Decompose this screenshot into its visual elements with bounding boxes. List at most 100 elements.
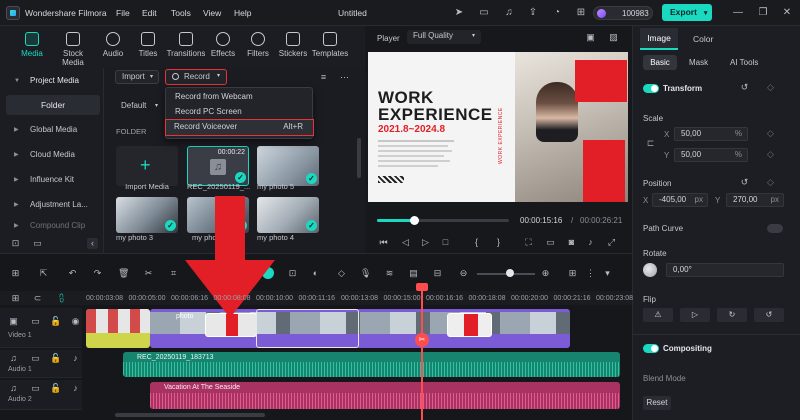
microphone-icon[interactable]: 🎙 <box>360 268 371 279</box>
maximize-icon[interactable]: ❐ <box>757 7 769 19</box>
snapshot-icon[interactable]: ▣ <box>585 32 596 43</box>
volume-icon[interactable]: ♪ <box>70 353 81 364</box>
rotate-input[interactable]: 0,00° <box>666 263 784 277</box>
compositing-toggle[interactable] <box>643 344 659 353</box>
volume-icon[interactable]: ♪ <box>585 237 596 248</box>
minimize-icon[interactable]: — <box>732 7 744 19</box>
filter-sort-icon[interactable]: ≡ <box>318 72 329 83</box>
media-scrollbar[interactable] <box>357 138 361 178</box>
chevron-down-icon[interactable]: ▾ <box>602 268 613 279</box>
record-dropdown[interactable]: Record ▾ <box>165 69 227 85</box>
path-curve-toggle[interactable] <box>767 224 783 233</box>
playback-progress-handle[interactable] <box>409 216 419 225</box>
menu-view[interactable]: View <box>203 8 221 18</box>
video-clip-segment[interactable] <box>447 313 492 337</box>
position-x-input[interactable]: -405,00 px <box>652 193 708 207</box>
subtitle-icon[interactable]: ▤ <box>408 268 419 279</box>
magnet-icon[interactable]: ⩉ <box>56 293 67 304</box>
rotate-cw-button[interactable]: ↻ <box>717 308 747 322</box>
sidebar-item-global-media[interactable]: ▶ Global Media <box>6 120 100 140</box>
menu-edit[interactable]: Edit <box>142 8 157 18</box>
folder-icon[interactable]: ▭ <box>30 383 41 394</box>
crop-icon[interactable]: ⌗ <box>168 268 179 279</box>
image-icon[interactable]: ▨ <box>608 32 619 43</box>
menu-help[interactable]: Help <box>234 8 251 18</box>
more-options-icon[interactable]: ⋮ <box>585 268 596 279</box>
tab-color[interactable]: Color <box>693 34 713 44</box>
tab-image[interactable]: Image <box>640 28 678 50</box>
new-folder-icon[interactable]: ⊡ <box>10 238 21 249</box>
mark-in-icon[interactable]: { <box>471 237 482 248</box>
split-marker-icon[interactable]: ✂ <box>415 333 429 347</box>
subtab-ai-tools[interactable]: AI Tools <box>730 58 758 67</box>
tab-media[interactable]: Media <box>10 30 54 58</box>
more-options-icon[interactable]: ⋯ <box>339 72 350 83</box>
grid-icon[interactable]: ⊞ <box>575 7 587 19</box>
keyframe-icon[interactable]: ◇ <box>765 177 776 188</box>
shield-icon[interactable]: ◇ <box>336 268 347 279</box>
timeline-scrollbar[interactable] <box>115 413 265 417</box>
add-track-icon[interactable]: ⊞ <box>10 293 21 304</box>
eye-icon[interactable]: ◉ <box>70 316 81 327</box>
position-y-input[interactable]: 270,00 px <box>726 193 784 207</box>
play-reverse-icon[interactable]: ◁ <box>400 237 411 248</box>
camera-icon[interactable]: ◙ <box>566 237 577 248</box>
sort-default-dropdown[interactable]: Default ▾ <box>115 100 161 114</box>
stop-icon[interactable]: □ <box>440 237 451 248</box>
flip-vertical-button[interactable]: ⚠ <box>643 308 673 322</box>
select-tool-icon[interactable]: ⇱ <box>38 268 49 279</box>
upload-icon[interactable]: ⇪ <box>527 7 539 19</box>
collapse-panel-icon[interactable]: ‹ <box>87 238 98 249</box>
headset-icon[interactable]: ◔ <box>551 7 563 19</box>
reset-icon[interactable]: ↺ <box>739 177 750 188</box>
delete-icon[interactable]: 🗑 <box>118 268 129 279</box>
quality-dropdown[interactable]: Full Quality ▾ <box>407 30 481 44</box>
lock-icon[interactable]: 🔓 <box>50 316 61 327</box>
folder-icon[interactable]: ▭ <box>30 353 41 364</box>
sidebar-item-project-media[interactable]: ▼ Project Media <box>6 71 100 91</box>
play-icon[interactable]: ▷ <box>420 237 431 248</box>
zoom-out-icon[interactable]: ⊖ <box>458 268 469 279</box>
lock-icon[interactable]: 🔓 <box>50 383 61 394</box>
photo-thumbnail[interactable]: ✓ <box>257 146 319 186</box>
playhead[interactable] <box>421 285 423 420</box>
zoom-in-icon[interactable]: ⊕ <box>540 268 551 279</box>
reset-icon[interactable]: ↺ <box>739 82 750 93</box>
audio-clip-recording[interactable]: REC_20250119_183713 <box>123 352 620 377</box>
link-track-icon[interactable]: ⊂ <box>32 293 43 304</box>
menu-tools[interactable]: Tools <box>171 8 191 18</box>
keyframe-icon[interactable]: ◇ <box>765 82 776 93</box>
import-dropdown[interactable]: Import ▾ <box>115 70 159 84</box>
export-button[interactable]: Export ▾ <box>662 4 712 21</box>
photo-thumbnail[interactable]: ✓ <box>116 197 178 233</box>
flip-horizontal-button[interactable]: ▷ <box>680 308 710 322</box>
send-icon[interactable]: ➤ <box>453 7 465 19</box>
document-icon[interactable]: ▭ <box>478 7 490 19</box>
redo-icon[interactable]: ↷ <box>92 268 103 279</box>
volume-icon[interactable]: ♪ <box>70 383 81 394</box>
close-icon[interactable]: ✕ <box>781 7 793 19</box>
transform-toggle[interactable] <box>643 84 659 93</box>
menu-item-record-screen[interactable]: Record PC Screen <box>167 105 309 119</box>
sidebar-item-adjustment-layer[interactable]: ▶ Adjustment La... <box>6 195 100 215</box>
undo-icon[interactable]: ↶ <box>67 268 78 279</box>
menu-item-record-webcam[interactable]: Record from Webcam <box>167 90 309 104</box>
expand-icon[interactable]: ⤢ <box>606 237 617 248</box>
sidebar-item-cloud-media[interactable]: ▶ Cloud Media <box>6 145 100 165</box>
import-media-tile[interactable]: + <box>116 146 178 186</box>
monitor-icon[interactable]: ▭ <box>545 237 556 248</box>
grid-view-icon[interactable]: ⊞ <box>567 268 578 279</box>
rotate-dial[interactable] <box>643 263 657 277</box>
folder-icon[interactable]: ▭ <box>30 316 41 327</box>
grid-layout-icon[interactable]: ⊞ <box>10 268 21 279</box>
audio-stretch-icon[interactable]: ≋ <box>384 268 395 279</box>
tab-templates[interactable]: Templates <box>308 30 352 58</box>
rotate-ccw-button[interactable]: ↺ <box>754 308 784 322</box>
reset-button[interactable]: Reset <box>643 396 671 410</box>
snap-icon[interactable]: ⊟ <box>432 268 443 279</box>
previous-frame-icon[interactable]: ⏮ <box>378 237 389 248</box>
sidebar-item-compound-clip[interactable]: ▶ Compound Clip <box>6 220 100 232</box>
bell-icon[interactable]: ♫ <box>503 7 515 19</box>
sidebar-item-folder[interactable]: Folder <box>6 95 100 115</box>
menu-file[interactable]: File <box>116 8 130 18</box>
